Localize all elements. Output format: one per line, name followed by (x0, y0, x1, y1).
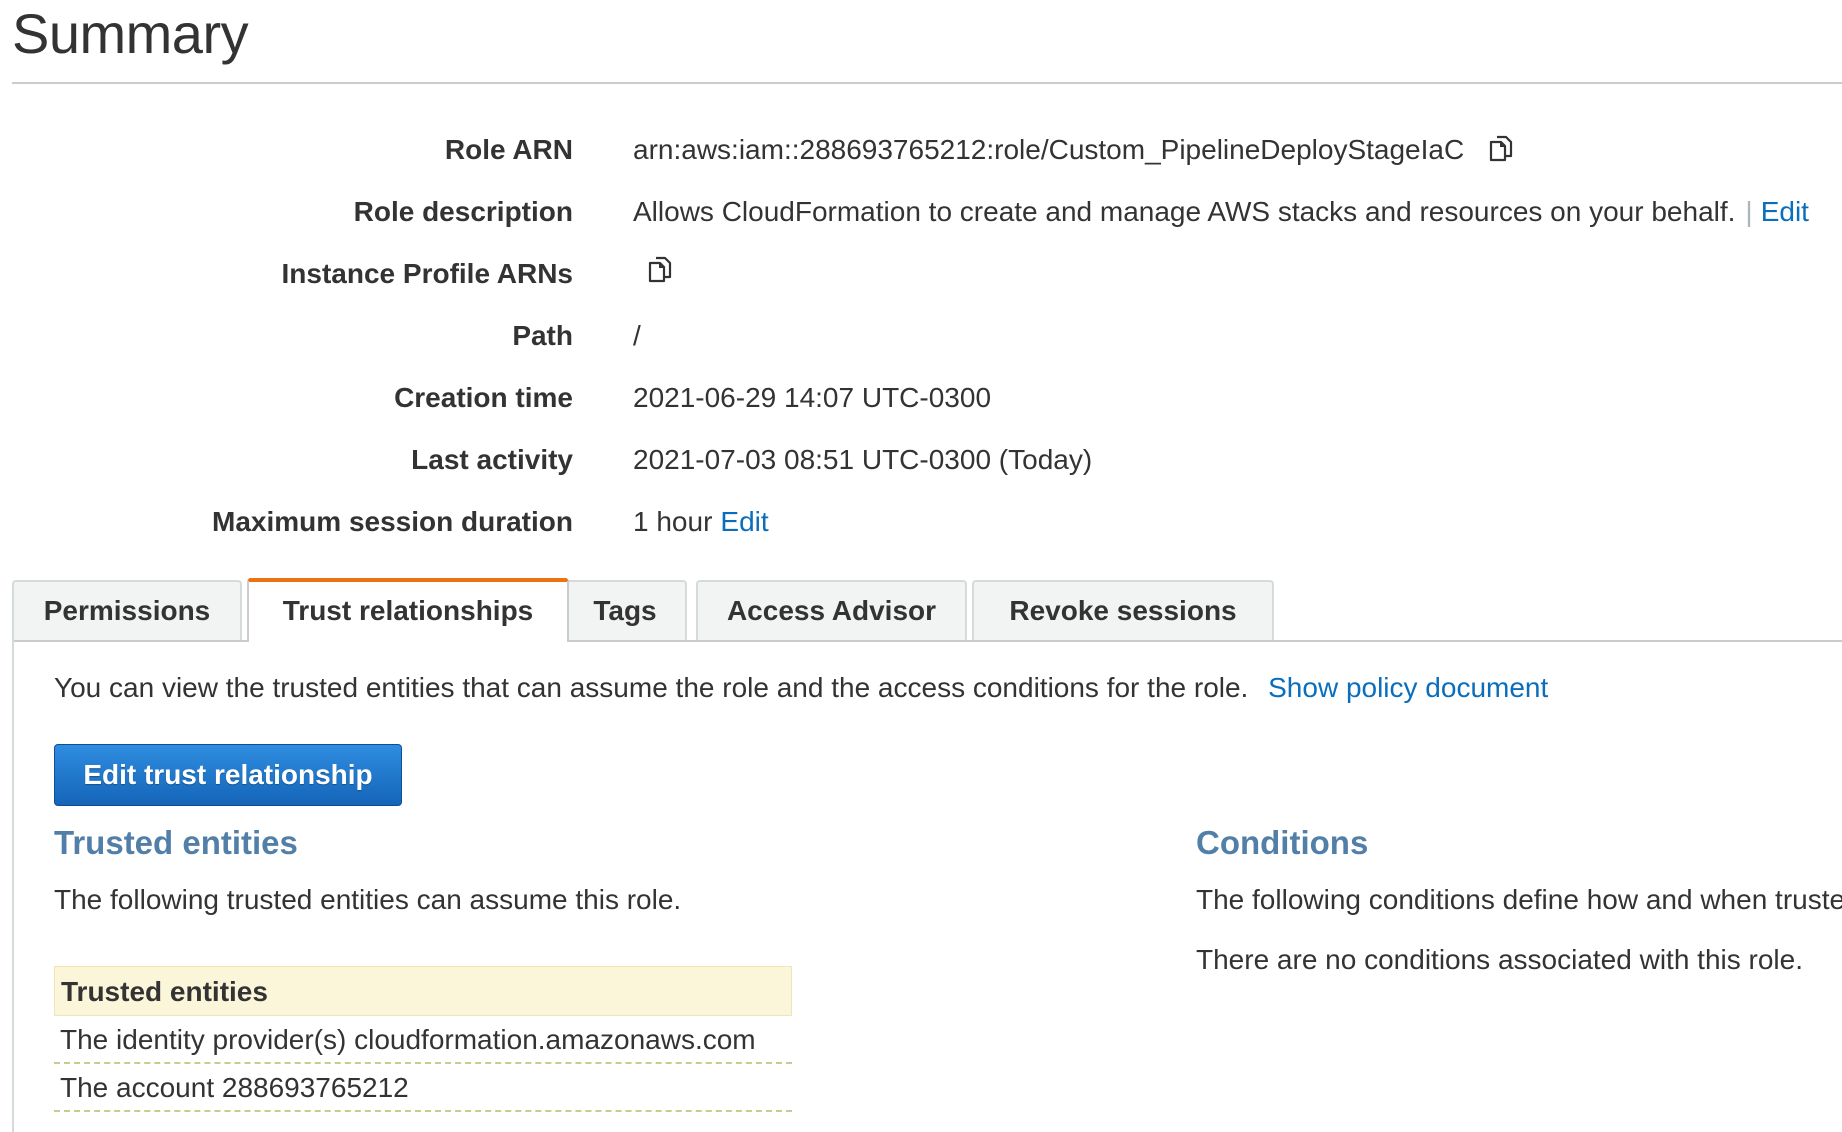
role-tabs: Permissions Trust relationships Tags Acc… (12, 578, 1842, 642)
tab-tags[interactable]: Tags (563, 580, 687, 640)
trusted-entities-table: Trusted entities The identity provider(s… (54, 966, 792, 1112)
copy-icon[interactable] (643, 254, 677, 288)
show-policy-document-link[interactable]: Show policy document (1268, 672, 1548, 703)
role-description-value-group: Allows CloudFormation to create and mana… (633, 192, 1809, 232)
trusted-entities-description: The following trusted entities can assum… (54, 884, 682, 915)
summary-row-max-session: Maximum session duration 1 hour Edit (0, 502, 1842, 542)
summary-row-last-activity: Last activity 2021-07-03 08:51 UTC-0300 … (0, 440, 1842, 480)
trusted-entities-heading: Trusted entities (54, 824, 298, 861)
trust-intro: You can view the trusted entities that c… (54, 672, 1548, 704)
conditions-heading: Conditions (1196, 824, 1369, 861)
role-arn-value: arn:aws:iam::288693765212:role/Custom_Pi… (633, 134, 1465, 165)
role-description-value: Allows CloudFormation to create and mana… (633, 196, 1736, 227)
max-session-label: Maximum session duration (212, 506, 573, 537)
path-label: Path (512, 320, 573, 351)
trust-intro-text: You can view the trusted entities that c… (54, 672, 1249, 703)
summary-row-creation-time: Creation time 2021-06-29 14:07 UTC-0300 (0, 378, 1842, 418)
edit-trust-relationship-button[interactable]: Edit trust relationship (54, 744, 402, 806)
summary-row-role-description: Role description Allows CloudFormation t… (0, 192, 1842, 232)
summary-row-instance-profile: Instance Profile ARNs (0, 254, 1842, 294)
summary-row-path: Path / (0, 316, 1842, 356)
last-activity-label: Last activity (411, 444, 573, 475)
role-arn-value-group: arn:aws:iam::288693765212:role/Custom_Pi… (633, 130, 1518, 170)
max-session-value: 1 hour (633, 506, 713, 537)
role-description-label: Role description (353, 196, 573, 227)
tab-trust-relationships[interactable]: Trust relationships (247, 578, 569, 642)
page-title: Summary (12, 2, 249, 65)
table-row: The identity provider(s) cloudformation.… (54, 1016, 792, 1064)
conditions-none-text: There are no conditions associated with … (1196, 944, 1803, 975)
role-arn-label: Role ARN (444, 134, 573, 165)
edit-description-link[interactable]: Edit (1761, 192, 1809, 232)
separator: | (1745, 196, 1753, 227)
title-divider (12, 82, 1842, 84)
table-row: The account 288693765212 (54, 1064, 792, 1112)
tab-panel-border (12, 640, 14, 1132)
path-value: / (633, 320, 641, 351)
instance-profile-label: Instance Profile ARNs (281, 258, 573, 289)
max-session-value-group: 1 hour Edit (633, 502, 769, 542)
instance-profile-value-group (633, 254, 677, 288)
conditions-description: The following conditions define how and … (1196, 884, 1842, 915)
tab-permissions[interactable]: Permissions (12, 580, 242, 640)
summary-row-role-arn: Role ARN arn:aws:iam::288693765212:role/… (0, 130, 1842, 170)
tab-access-advisor[interactable]: Access Advisor (696, 580, 967, 640)
creation-time-label: Creation time (394, 382, 573, 413)
tab-revoke-sessions[interactable]: Revoke sessions (972, 580, 1274, 640)
creation-time-value: 2021-06-29 14:07 UTC-0300 (633, 382, 992, 413)
edit-session-link[interactable]: Edit (720, 502, 768, 542)
last-activity-value: 2021-07-03 08:51 UTC-0300 (Today) (633, 444, 1093, 475)
iam-role-summary-page: Summary Role ARN arn:aws:iam::2886937652… (0, 0, 1842, 1132)
table-header: Trusted entities (54, 966, 792, 1016)
copy-icon[interactable] (1484, 133, 1518, 167)
